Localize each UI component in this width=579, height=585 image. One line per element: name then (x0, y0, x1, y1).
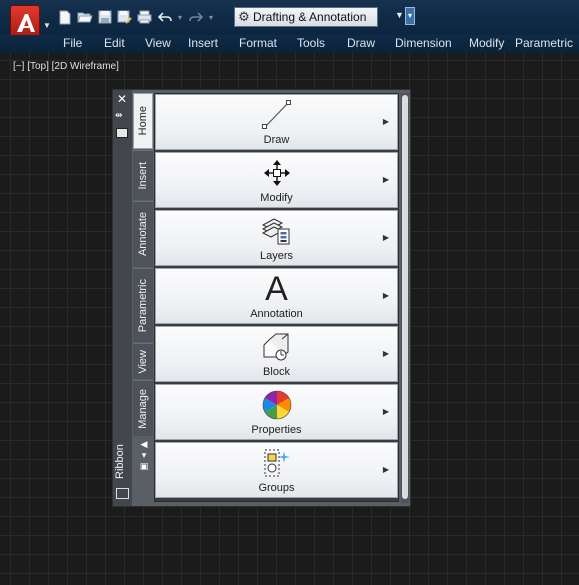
tab-view-label: View (137, 349, 149, 374)
panel-layers-label: Layers (259, 250, 294, 262)
panel-annotation[interactable]: A Annotation ▶ (155, 268, 398, 324)
palette-title: Ribbon (114, 444, 126, 480)
panel-annotation-icon-box: A (156, 271, 397, 307)
plot-icon[interactable] (136, 9, 153, 26)
viewport-controls: [−] [Top] [2D Wireframe] (13, 61, 119, 72)
tab-annotate[interactable]: Annotate (133, 201, 153, 267)
customize-quick-access-icon[interactable]: ▾ (405, 7, 415, 25)
tab-overflow-chevron-icon[interactable]: ◀ ▾ ▣ (137, 439, 151, 472)
tab-manage-label: Manage (137, 388, 149, 429)
panel-modify-label: Modify (260, 192, 293, 204)
redo-dropdown-chevron-icon[interactable]: ▾ (207, 13, 215, 22)
panel-draw[interactable]: Draw ▶ (155, 94, 398, 150)
workspace-dropdown[interactable]: ⚙ Drafting & Annotation (234, 7, 378, 27)
panel-groups[interactable]: Groups ▶ (155, 442, 398, 498)
gear-icon: ⚙ (238, 9, 250, 24)
menu-view[interactable]: View (145, 36, 171, 50)
chevron-right-icon: ▶ (382, 117, 389, 126)
panel-layers[interactable]: Layers ▶ (155, 210, 398, 266)
panel-block[interactable]: Block ▶ (155, 326, 398, 382)
line-icon (156, 97, 397, 133)
menu-format[interactable]: Format (239, 36, 277, 50)
chevron-right-icon: ▶ (382, 349, 389, 358)
tab-home-label: Home (137, 106, 149, 136)
menu-bar: File Edit View Insert Format Tools Draw … (0, 35, 579, 53)
menu-tools[interactable]: Tools (297, 36, 325, 50)
undo-icon[interactable] (156, 9, 173, 26)
panel-properties[interactable]: Properties ▶ (155, 384, 398, 440)
close-icon[interactable]: ✕ (117, 92, 127, 106)
palette-scrollbar-thumb[interactable] (402, 95, 408, 499)
chevron-right-icon: ▶ (382, 465, 389, 474)
panel-block-label: Block (263, 366, 290, 378)
color-wheel-icon (156, 387, 397, 423)
ribbon-panel-list: Draw ▶ Modify ▶ Layers ▶ A Annotation ▶ … (154, 93, 399, 502)
block-icon (156, 329, 397, 365)
new-icon[interactable] (56, 9, 73, 26)
ribbon-palette: ✕ ⇹ Ribbon Home Insert Annotate Parametr… (112, 89, 411, 507)
tab-view[interactable]: View (133, 343, 153, 379)
chevron-right-icon: ▶ (382, 291, 389, 300)
move-icon (156, 155, 397, 191)
workspace-chevron-down-icon[interactable]: ▼ (395, 10, 404, 20)
menu-draw[interactable]: Draw (347, 36, 375, 50)
menu-insert[interactable]: Insert (188, 36, 218, 50)
title-bar: ▼ ▾ ▾ ⚙ Drafting & Annotation ▼ ▾ (0, 0, 579, 41)
redo-icon[interactable] (187, 9, 204, 26)
text-icon: A (265, 270, 288, 308)
application-menu-chevron-icon: ▼ (43, 21, 51, 30)
layers-icon (156, 213, 397, 249)
panel-properties-label: Properties (251, 424, 302, 436)
menu-edit[interactable]: Edit (104, 36, 125, 50)
tab-manage[interactable]: Manage (133, 380, 153, 436)
properties-icon[interactable] (116, 128, 128, 138)
panel-groups-label: Groups (258, 482, 295, 494)
menu-parametric[interactable]: Parametric (515, 36, 573, 50)
open-icon[interactable] (76, 9, 93, 26)
tab-insert-label: Insert (137, 161, 149, 190)
palette-title-strip[interactable]: ✕ ⇹ Ribbon (113, 90, 132, 506)
panel-modify[interactable]: Modify ▶ (155, 152, 398, 208)
viewport-menu-control[interactable]: [−] (13, 61, 24, 72)
menu-dimension[interactable]: Dimension (395, 36, 452, 50)
tab-insert[interactable]: Insert (133, 150, 153, 200)
palette-scrollbar[interactable] (401, 93, 409, 503)
group-icon (156, 445, 397, 481)
save-as-icon[interactable] (116, 9, 133, 26)
undo-dropdown-chevron-icon[interactable]: ▾ (176, 13, 184, 22)
visual-style-control[interactable]: [2D Wireframe] (52, 61, 119, 72)
folder-icon[interactable] (116, 488, 129, 499)
tab-home[interactable]: Home (133, 93, 153, 149)
menu-modify[interactable]: Modify (469, 36, 504, 50)
panel-draw-label: Draw (263, 134, 290, 146)
chevron-right-icon: ▶ (382, 175, 389, 184)
workspace-label: Drafting & Annotation (253, 10, 367, 24)
tab-parametric-label: Parametric (137, 278, 149, 333)
view-control[interactable]: [Top] (27, 61, 49, 72)
panel-annotation-label: Annotation (250, 308, 303, 320)
tab-parametric[interactable]: Parametric (133, 268, 153, 342)
save-icon[interactable] (96, 9, 113, 26)
chevron-right-icon: ▶ (382, 407, 389, 416)
tab-annotate-label: Annotate (137, 212, 149, 257)
menu-file[interactable]: File (63, 36, 82, 50)
quick-access-toolbar: ▾ ▾ (56, 6, 215, 28)
auto-hide-icon[interactable]: ⇹ (115, 110, 123, 121)
chevron-right-icon: ▶ (382, 233, 389, 242)
